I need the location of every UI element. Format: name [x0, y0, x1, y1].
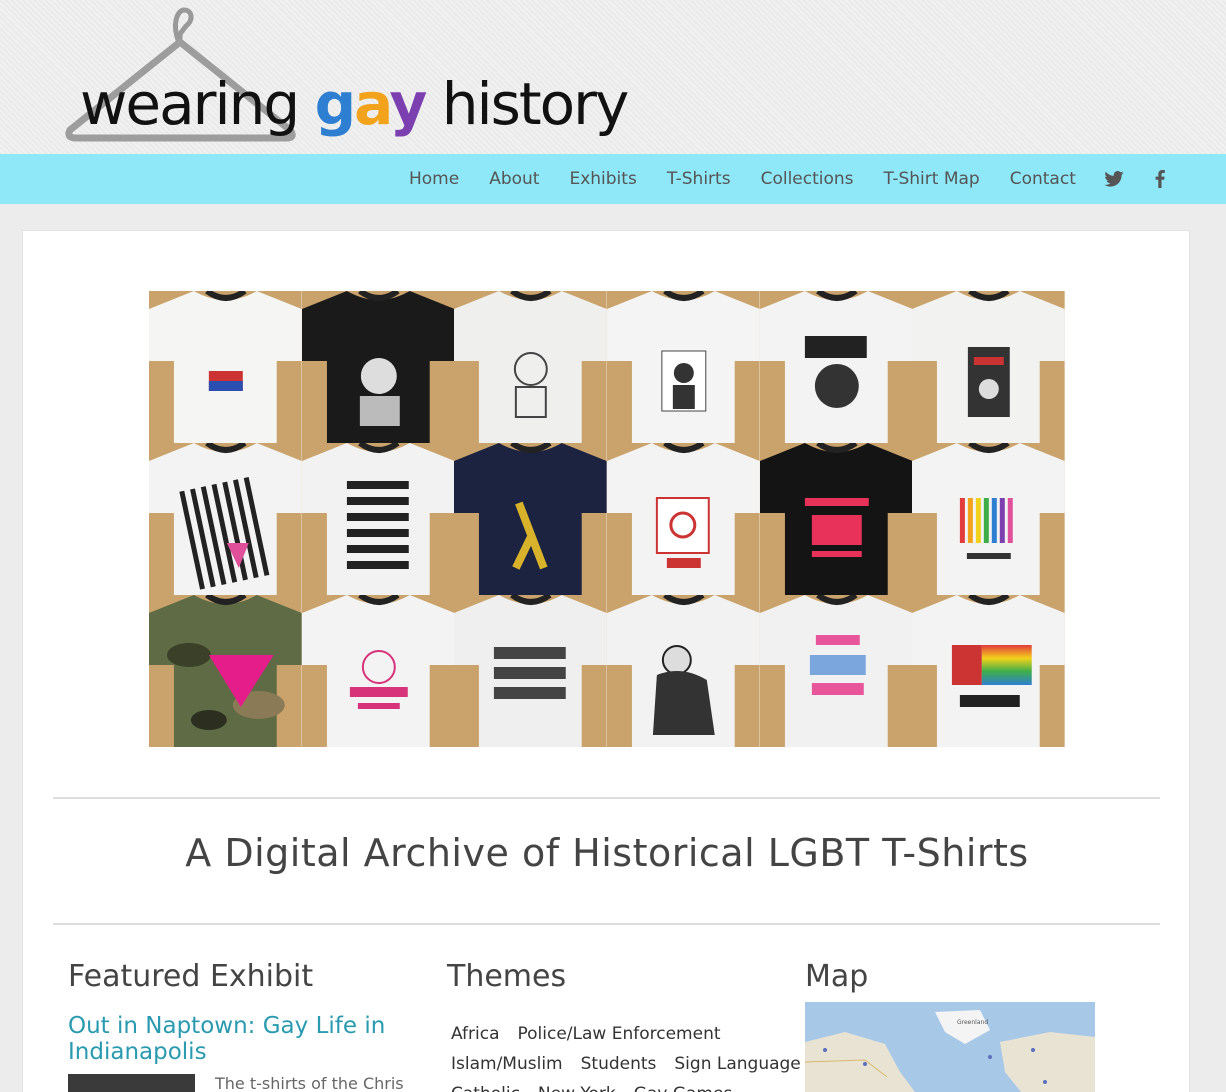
nav-collections[interactable]: Collections	[746, 169, 869, 189]
theme-link[interactable]: Africa	[451, 1024, 500, 1044]
logo-letter-a: a	[354, 70, 391, 138]
theme-row: Africa Police/Law Enforcement	[447, 1019, 787, 1049]
theme-link[interactable]: Students	[581, 1054, 657, 1074]
tshirt-tile[interactable]	[606, 595, 760, 747]
main-content-card: A Digital Archive of Historical LGBT T-S…	[22, 230, 1190, 1092]
tshirt-tile[interactable]	[301, 595, 455, 747]
logo-word-gay: gay	[314, 70, 428, 138]
site-header: wearing gay history	[0, 0, 1226, 154]
divider	[53, 797, 1160, 799]
tshirt-tile[interactable]	[912, 443, 1065, 595]
tshirt-tile[interactable]	[912, 291, 1065, 443]
tshirt-tile[interactable]	[454, 291, 607, 443]
tshirt-tile[interactable]	[759, 595, 913, 747]
tshirt-tile[interactable]	[301, 443, 455, 595]
featured-exhibit-thumbnail[interactable]	[68, 1074, 195, 1092]
tshirt-tile[interactable]	[759, 443, 913, 595]
featured-exhibit-heading: Featured Exhibit	[68, 959, 314, 994]
site-logo[interactable]: wearing gay history	[60, 0, 629, 150]
featured-exhibit-link[interactable]: Out in Naptown: Gay Life in Indianapolis	[68, 1013, 408, 1065]
tshirt-tile[interactable]	[912, 595, 1065, 747]
page-tagline: A Digital Archive of Historical LGBT T-S…	[185, 831, 1029, 875]
tshirt-tile[interactable]	[301, 291, 455, 443]
twitter-icon[interactable]	[1091, 171, 1137, 187]
nav-items: Home About Exhibits T-Shirts Collections T-Sh…	[394, 154, 1183, 204]
themes-heading: Themes	[447, 959, 567, 994]
divider	[53, 923, 1160, 925]
tshirt-tile[interactable]	[454, 443, 607, 595]
tshirt-gallery	[149, 291, 1065, 747]
tshirt-tile[interactable]	[606, 443, 760, 595]
map-heading: Map	[805, 959, 869, 994]
tshirt-tile[interactable]	[454, 595, 607, 747]
logo-letter-g: g	[314, 70, 357, 138]
logo-letter-y: y	[389, 70, 428, 138]
world-map[interactable]: Greenland	[805, 1002, 1095, 1092]
nav-exhibits[interactable]: Exhibits	[554, 169, 651, 189]
theme-row: Catholic New York Gay Games	[447, 1079, 787, 1092]
tshirt-tile[interactable]	[759, 291, 913, 443]
themes-list: Africa Police/Law Enforcement Islam/Muslim…	[447, 1019, 801, 1092]
nav-t-shirt-map[interactable]: T-Shirt Map	[869, 169, 995, 189]
theme-link[interactable]: Catholic	[451, 1084, 520, 1092]
theme-link[interactable]: Police/Law Enforcement	[518, 1024, 721, 1044]
logo-word-wearing: wearing	[80, 70, 300, 138]
tshirt-tile[interactable]	[149, 443, 302, 595]
tshirt-tile[interactable]	[149, 595, 302, 747]
theme-row: Islam/Muslim Students Sign Language	[447, 1049, 801, 1079]
featured-exhibit-excerpt: The t-shirts of the Chris	[215, 1074, 404, 1092]
nav-contact[interactable]: Contact	[995, 169, 1091, 189]
logo-wordmark: wearing gay history	[80, 70, 629, 138]
map-label-greenland: Greenland	[957, 1019, 988, 1026]
tshirt-tile[interactable]	[606, 291, 760, 443]
logo-word-history: history	[441, 70, 629, 138]
nav-about[interactable]: About	[474, 169, 554, 189]
main-nav: Home About Exhibits T-Shirts Collections T-Sh…	[0, 154, 1226, 204]
theme-link[interactable]: New York	[538, 1084, 616, 1092]
tshirt-tile[interactable]	[149, 291, 302, 443]
facebook-icon[interactable]	[1137, 170, 1183, 188]
theme-link[interactable]: Islam/Muslim	[451, 1054, 563, 1074]
nav-home[interactable]: Home	[394, 169, 474, 189]
theme-link[interactable]: Sign Language	[674, 1054, 800, 1074]
nav-t-shirts[interactable]: T-Shirts	[652, 169, 746, 189]
theme-link[interactable]: Gay Games	[634, 1084, 733, 1092]
